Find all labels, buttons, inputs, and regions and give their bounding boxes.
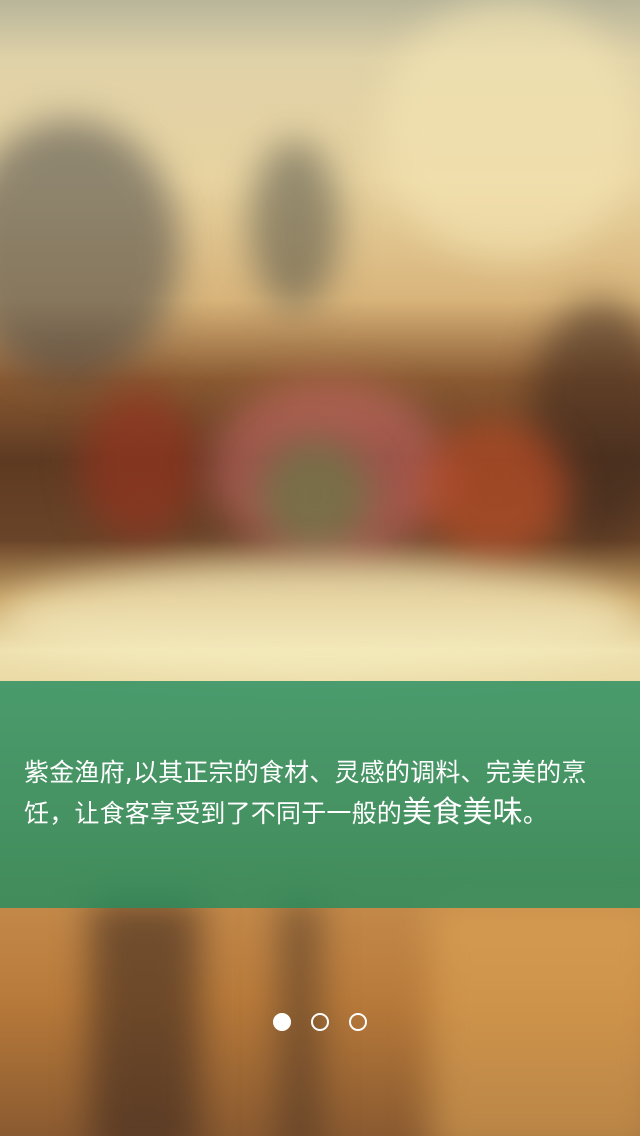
page-dot-2[interactable]	[311, 1013, 329, 1031]
background-restaurant-photo	[0, 0, 640, 1136]
page-indicator	[0, 1013, 640, 1031]
page-dot-1[interactable]	[273, 1013, 291, 1031]
page-dot-3[interactable]	[349, 1013, 367, 1031]
caption-highlight: 美食美味	[402, 795, 523, 830]
caption-band: 紫金渔府,以其正宗的食材、灵感的调料、完美的烹饪，让食客享受到了不同于一般的美食…	[0, 681, 640, 908]
slide-caption: 紫金渔府,以其正宗的食材、灵感的调料、完美的烹饪，让食客享受到了不同于一般的美食…	[24, 753, 626, 834]
caption-suffix: 。	[522, 799, 549, 828]
